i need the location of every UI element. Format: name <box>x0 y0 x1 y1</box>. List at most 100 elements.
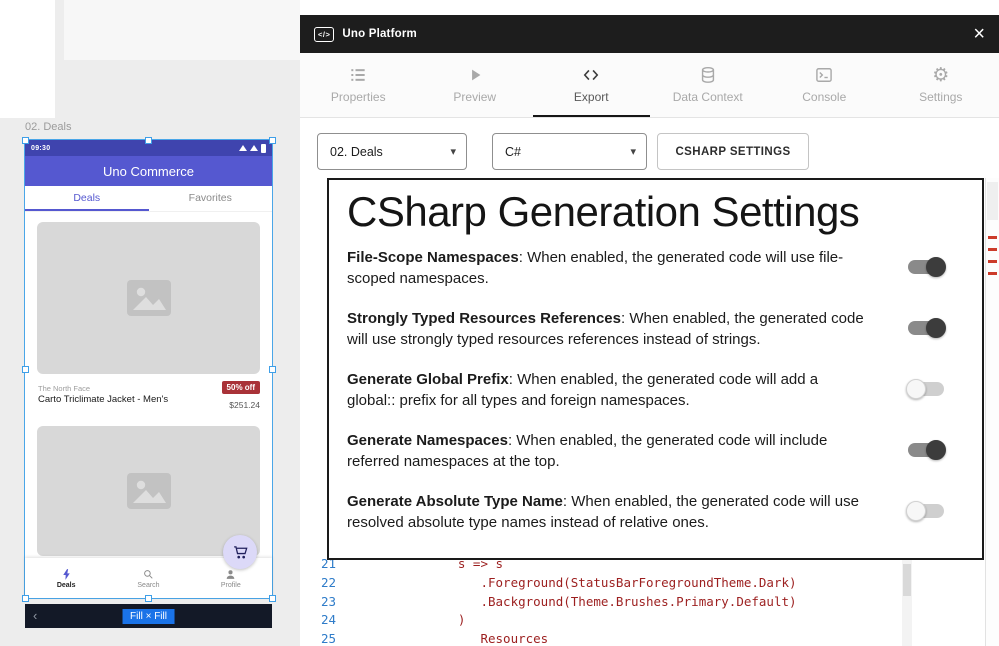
selection-handle-top-mid[interactable] <box>145 137 152 144</box>
lightning-icon <box>60 568 73 581</box>
app-title: Uno Commerce <box>103 164 194 179</box>
product-price: $251.24 <box>229 400 260 410</box>
panel-title: Uno Platform <box>342 28 417 40</box>
setting-row-generate-absolute-type-name: Generate Absolute Type Name: When enable… <box>347 492 964 533</box>
toggle-strongly-typed-resources[interactable] <box>908 318 944 338</box>
nav-item-search[interactable]: Search <box>107 558 189 598</box>
code-line: 25 Resources <box>310 630 797 646</box>
setting-row-file-scope-namespaces: File-Scope Namespaces: When enabled, the… <box>347 248 964 289</box>
phone-tab-deals[interactable]: Deals <box>25 186 149 211</box>
minimap-mark <box>988 260 997 263</box>
export-toolbar: 02. Deals ▾ C# ▾ CSHARP SETTINGS <box>300 118 999 170</box>
screen: 02. Deals 09:30 Uno Commerce Deals Favor… <box>0 0 999 646</box>
code-scrollbar[interactable] <box>902 560 912 646</box>
code-line: 24 ) <box>310 611 797 630</box>
canvas-artboard-fragment <box>0 0 55 118</box>
design-canvas[interactable]: 02. Deals 09:30 Uno Commerce Deals Favor… <box>0 0 300 646</box>
close-icon[interactable]: × <box>973 24 985 44</box>
minimap-mark <box>988 272 997 275</box>
selection-handle-top-left[interactable] <box>22 137 29 144</box>
selection-handle-mid-left[interactable] <box>22 366 29 373</box>
uno-logo-icon: </> <box>314 27 334 42</box>
fill-size-chip[interactable]: Fill × Fill <box>122 609 175 624</box>
status-icons <box>239 144 266 153</box>
nav-label: Profile <box>221 582 241 589</box>
tab-export[interactable]: Export <box>533 53 650 117</box>
tab-preview[interactable]: Preview <box>417 53 534 117</box>
layout-bar: ‹ Fill × Fill <box>25 604 272 628</box>
tab-settings[interactable]: ⚙ Settings <box>883 53 999 117</box>
minimap-viewport[interactable] <box>987 182 998 220</box>
setting-name: Generate Namespaces <box>347 432 508 449</box>
tab-label: Data Context <box>673 90 743 104</box>
selection-handle-mid-right[interactable] <box>269 366 276 373</box>
phone-tab-favorites[interactable]: Favorites <box>149 186 273 211</box>
setting-name: Generate Absolute Type Name <box>347 493 563 510</box>
selection-handle-top-right[interactable] <box>269 137 276 144</box>
product-name: Carto Triclimate Jacket - Men's <box>38 394 168 405</box>
chevron-down-icon: ▾ <box>450 145 456 158</box>
csharp-settings-dialog: CSharp Generation Settings File-Scope Na… <box>327 178 984 560</box>
toggle-file-scope-namespaces[interactable] <box>908 257 944 277</box>
setting-row-generate-namespaces: Generate Namespaces: When enabled, the g… <box>347 431 964 472</box>
nav-label: Search <box>137 582 159 589</box>
setting-name: Strongly Typed Resources References <box>347 310 621 327</box>
setting-name: Generate Global Prefix <box>347 371 509 388</box>
discount-badge: 50% off <box>222 381 260 394</box>
console-icon <box>814 65 834 85</box>
status-time: 09:30 <box>31 145 50 152</box>
toggle-generate-namespaces[interactable] <box>908 440 944 460</box>
collapse-chevron-icon[interactable]: ‹ <box>33 604 37 628</box>
minimap-mark <box>988 236 997 239</box>
list-icon <box>348 65 368 85</box>
toggle-generate-global-prefix[interactable] <box>908 379 944 399</box>
scrollbar-thumb[interactable] <box>903 564 911 596</box>
image-icon <box>127 473 171 509</box>
gear-icon: ⚙ <box>932 65 949 85</box>
page-select-value: 02. Deals <box>330 145 383 159</box>
selection-handle-bottom-left[interactable] <box>22 595 29 602</box>
phone-tab-bar: Deals Favorites <box>25 186 272 212</box>
database-icon <box>698 65 718 85</box>
tab-label: Export <box>574 90 609 104</box>
battery-icon <box>261 144 266 153</box>
code-line: 22 .Foreground(StatusBarForegroundTheme.… <box>310 574 797 593</box>
language-select[interactable]: C# ▾ <box>492 133 647 170</box>
product-brand: The North Face <box>38 384 90 393</box>
code-lines: 21 s => s 22 .Foreground(StatusBarForegr… <box>310 555 797 646</box>
setting-row-strongly-typed-resources: Strongly Typed Resources References: Whe… <box>347 309 964 350</box>
product-image-placeholder[interactable] <box>37 222 260 374</box>
page-select[interactable]: 02. Deals ▾ <box>317 133 467 170</box>
canvas-artboard-fragment-2 <box>64 0 300 60</box>
cart-icon <box>232 544 249 561</box>
product-image-placeholder-2[interactable] <box>37 426 260 556</box>
play-icon <box>465 65 485 85</box>
panel-tab-bar: Properties Preview Export <box>300 53 999 118</box>
nav-item-deals[interactable]: Deals <box>25 558 107 598</box>
tab-label: Preview <box>453 90 496 104</box>
cart-fab[interactable] <box>223 535 257 569</box>
selection-handle-bottom-right[interactable] <box>269 595 276 602</box>
tab-properties[interactable]: Properties <box>300 53 417 117</box>
tab-console[interactable]: Console <box>766 53 883 117</box>
code-line: 23 .Background(Theme.Brushes.Primary.Def… <box>310 593 797 612</box>
minimap-mark <box>988 248 997 251</box>
tab-data-context[interactable]: Data Context <box>650 53 767 117</box>
csharp-settings-button[interactable]: CSHARP SETTINGS <box>657 133 809 170</box>
wifi-icon <box>239 145 247 151</box>
tab-label: Settings <box>919 90 962 104</box>
chevron-down-icon: ▾ <box>630 145 636 158</box>
tab-label: Console <box>802 90 846 104</box>
toggle-generate-absolute-type-name[interactable] <box>908 501 944 521</box>
dialog-title: CSharp Generation Settings <box>347 188 964 236</box>
panel-header: </> Uno Platform × <box>300 15 999 53</box>
person-icon <box>224 568 237 581</box>
image-icon <box>127 280 171 316</box>
phone-app-bar[interactable]: Uno Commerce <box>25 156 272 186</box>
setting-name: File-Scope Namespaces <box>347 249 519 266</box>
uno-platform-panel: </> Uno Platform × Properties Preview <box>300 0 999 646</box>
code-minimap[interactable] <box>985 178 999 646</box>
tab-label: Properties <box>331 90 386 104</box>
phone-preview[interactable]: 09:30 Uno Commerce Deals Favorites <box>25 140 272 598</box>
selection-handle-bottom-mid[interactable] <box>145 595 152 602</box>
